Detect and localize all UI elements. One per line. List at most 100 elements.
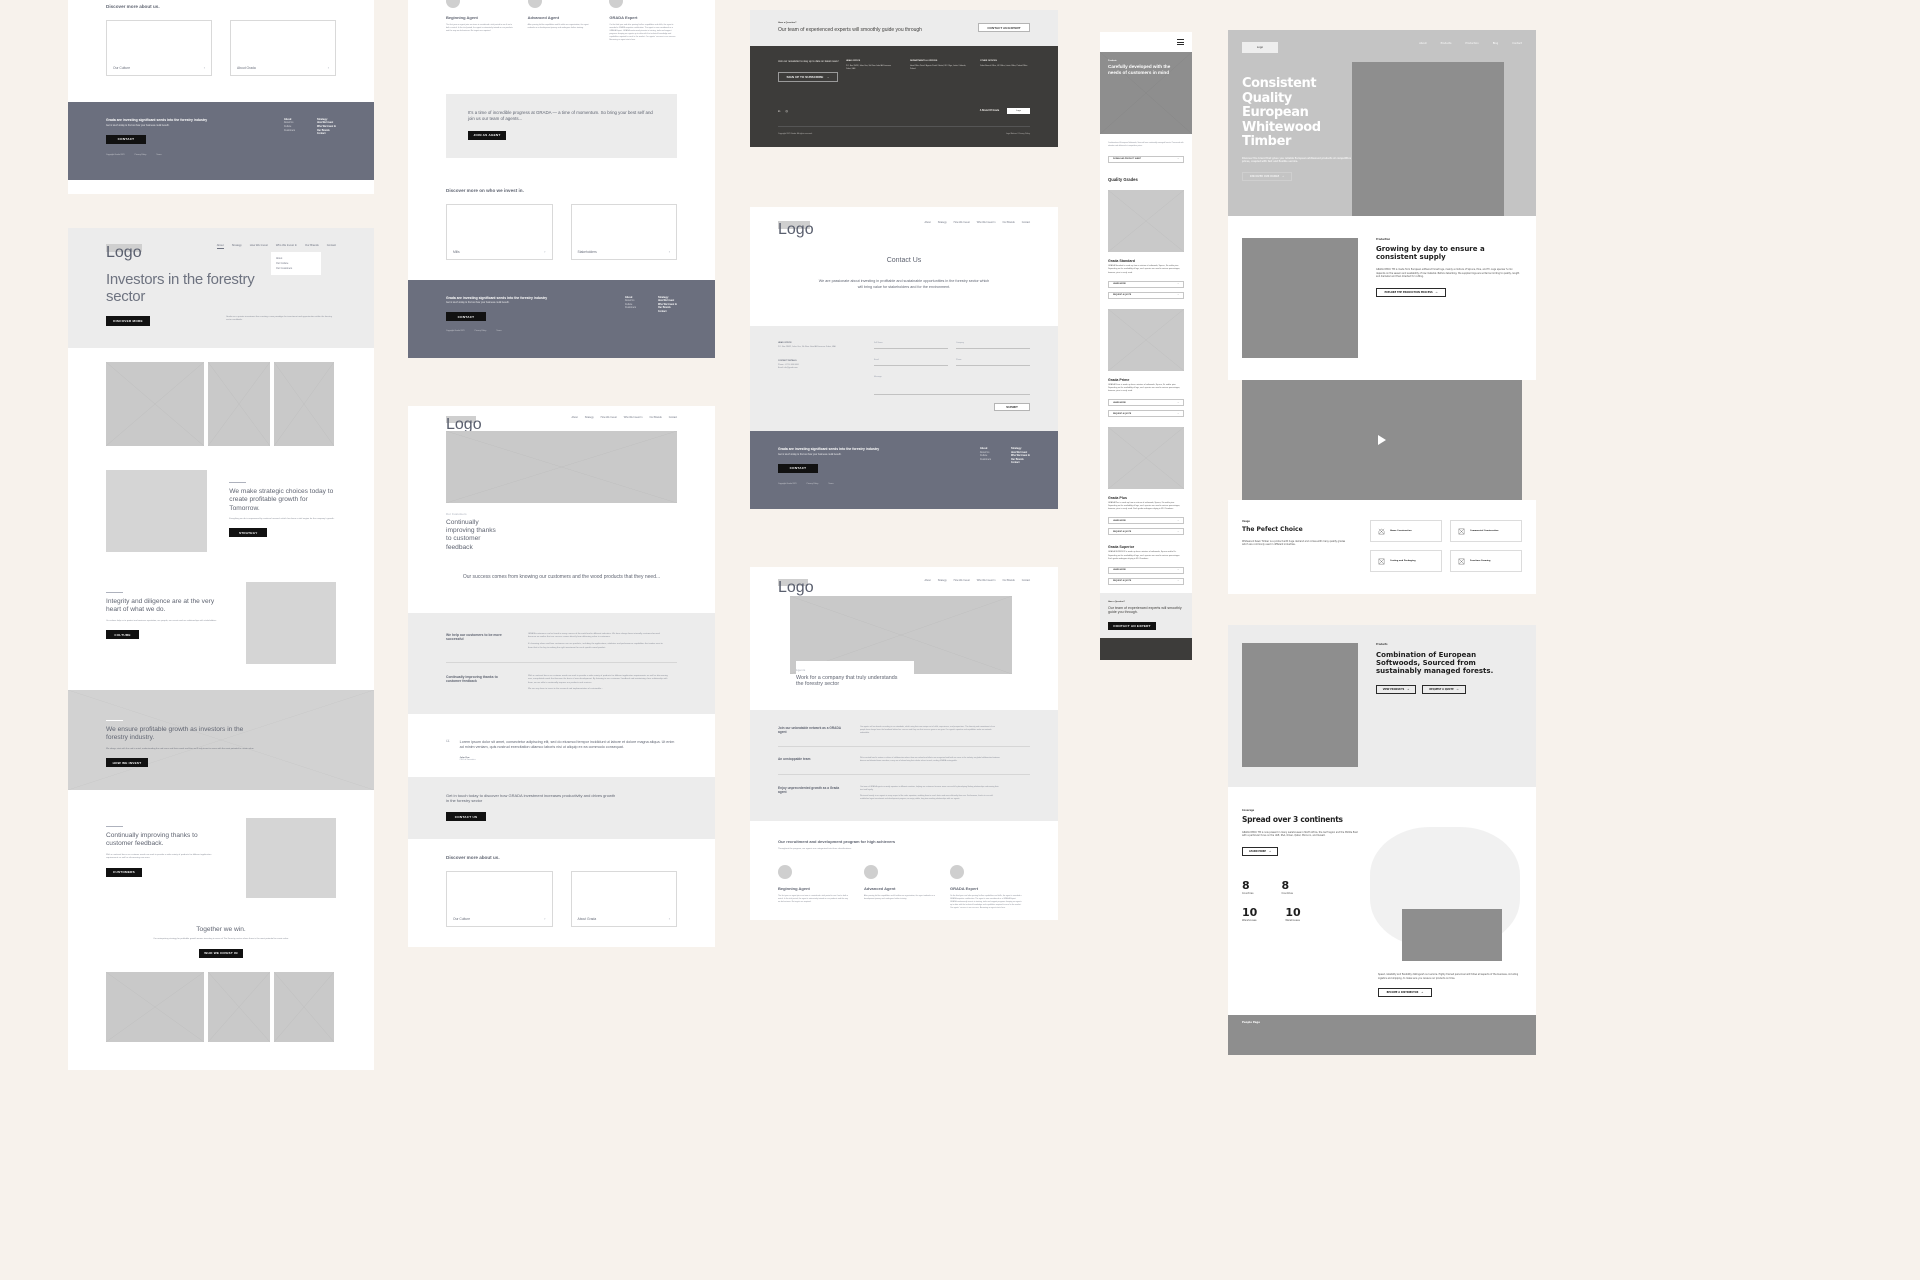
form-input-phone[interactable] [956,365,1030,366]
download-product-sheet-button[interactable]: DOWNLOAD PRODUCT SHEET → [1108,155,1184,163]
nav-item-who-we-invest-in[interactable]: Who We Invest In [624,416,643,419]
usage-tile[interactable]: Crating and Packaging [1370,550,1442,572]
form-input-message[interactable] [874,393,1030,395]
agents-banner-cta[interactable]: JOIN AS AGENT [468,130,506,140]
nav-item-about[interactable]: About [571,416,577,419]
nav-item-who-we-invest-in[interactable]: Who We Invest In [977,579,996,582]
form-submit-button[interactable]: SUBMIT [994,403,1030,412]
nav-item-our-brands[interactable]: Our Brands [1003,579,1015,582]
nav-item-about[interactable]: About [924,579,930,582]
play-icon[interactable] [1378,435,1386,445]
nav-item-how-we-invest[interactable]: How We Invest [601,416,617,419]
nav-item-about[interactable]: About [924,221,930,224]
footer-contact-button[interactable]: CONTACT [446,312,486,322]
form-input-company[interactable] [956,348,1030,350]
nav-item-strategy[interactable]: Strategy [585,416,594,419]
section-cta-strategy[interactable]: STRATEGY [229,528,268,538]
legal-links[interactable]: Legal Notices / Privacy Policy [1006,133,1030,135]
become-distributor-button[interactable]: BECOME A DISTRIBUTOR → [1378,988,1432,998]
grade-request-quote-button[interactable]: REQUEST A QUOTE → [1108,577,1184,585]
brand-logo[interactable]: Logo [1007,107,1030,114]
invest-card-stakeholders[interactable]: Stakeholders › [570,203,677,260]
logo[interactable]: Logo [1242,42,1278,53]
grade-request-quote-button[interactable]: REQUEST A QUOTE → [1108,410,1184,418]
contact-expert-button[interactable]: CONTACT AN EXPERT [978,23,1030,33]
nav-item-about[interactable]: About [1419,42,1426,45]
footer-privacy-link[interactable]: Privacy Policy [475,330,487,332]
grades-cta-button[interactable]: CONTACT AN EXPERT [1108,621,1156,630]
usage-tile[interactable]: Home Construction [1370,520,1442,542]
nav-item-contact[interactable]: Contact [1022,221,1030,224]
customers-cta-button[interactable]: CONTACT US [446,812,486,821]
coverage-learn-more-button[interactable]: LEARN MORE → [1242,846,1278,856]
main-nav[interactable]: About Strategy How We Invest Who We Inve… [924,221,1030,224]
nav-item-about[interactable]: About [216,244,224,249]
footer-terms-link[interactable]: Terms [496,330,501,332]
newsletter-signup-button[interactable]: SIGN UP TO SUBSCRIBE → [778,71,838,82]
logo[interactable]: Logo [778,579,814,596]
view-products-button[interactable]: VIEW PRODUCTS → [1376,685,1416,695]
nav-item-how-we-invest[interactable]: How We Invest [954,579,970,582]
footer-link[interactable]: Contact [1011,462,1030,466]
hero-cta-button[interactable]: DISCOVER MORE [106,315,150,326]
logo[interactable]: Logo [106,244,142,261]
invest-card-mills[interactable]: Mills › [446,203,553,260]
grade-request-quote-button[interactable]: REQUEST A QUOTE → [1108,291,1184,299]
together-cta[interactable]: WHO WE INVEST IN [199,948,243,958]
product-nav[interactable]: About Products Production Blog Contact [1419,42,1522,45]
footer-privacy-link[interactable]: Privacy Policy [807,483,819,485]
discover-card-our-culture[interactable]: Our Culture › [446,870,553,927]
discover-card-about-grada[interactable]: About Grada › [570,870,677,927]
nav-item-contact[interactable]: Contact [1512,42,1522,45]
main-nav[interactable]: About Strategy How We Invest Who We Inve… [216,244,336,249]
footer-link[interactable]: Customers [625,307,636,311]
grade-learn-more-button[interactable]: LEARN MORE → [1108,399,1184,407]
nav-item-who-we-invest-in[interactable]: Who We Invest In [977,221,996,224]
nav-item-strategy[interactable]: Strategy [938,579,947,582]
grade-request-quote-button[interactable]: REQUEST A QUOTE → [1108,528,1184,536]
footer-link[interactable]: Contact [658,311,677,315]
nav-item-our-brands[interactable]: Our Brands [650,416,662,419]
discover-card-our-culture[interactable]: Our Culture › [106,19,212,76]
instagram-icon[interactable]: ◎ [785,109,788,113]
nav-item-contact[interactable]: Contact [327,244,336,249]
footer-contact-button[interactable]: CONTACT [778,463,818,473]
logo[interactable]: Logo [446,416,482,433]
nav-item-contact[interactable]: Contact [669,416,677,419]
nav-item-products[interactable]: Products [1441,42,1452,45]
main-nav[interactable]: About Strategy How We Invest Who We Inve… [924,579,1030,582]
request-quote-button[interactable]: REQUEST A QUOTE → [1422,685,1466,695]
grade-learn-more-button[interactable]: LEARN MORE → [1108,517,1184,525]
nav-item-strategy[interactable]: Strategy [938,221,947,224]
nav-item-strategy[interactable]: Strategy [232,244,242,249]
nav-item-how-we-invest[interactable]: How We Invest [250,244,268,249]
footer-privacy-link[interactable]: Privacy Policy [135,154,147,156]
video-block[interactable] [1242,380,1522,500]
nav-item-blog[interactable]: Blog [1493,42,1499,45]
section-cta-how-we-invest[interactable]: HOW WE INVEST [106,758,148,768]
logo[interactable]: Logo [778,221,814,238]
nav-item-our-brands[interactable]: Our Brands [1003,221,1015,224]
grade-learn-more-button[interactable]: LEARN MORE → [1108,566,1184,574]
usage-tile[interactable]: Furniture Framing [1450,550,1522,572]
discover-card-about-grada[interactable]: About Grada › [230,19,336,76]
footer-link[interactable]: Customers [980,459,991,463]
usage-tile[interactable]: Commercial Construction [1450,520,1522,542]
nav-item-our-brands[interactable]: Our Brands [305,244,319,249]
linkedin-icon[interactable]: in [778,109,780,113]
form-input-full-name[interactable] [874,348,948,350]
footer-link[interactable]: Customers [284,130,295,134]
footer-terms-link[interactable]: Terms [156,154,161,156]
nav-item-production[interactable]: Production [1465,42,1478,45]
dropdown-item-our-customers[interactable]: Our Customers [276,266,316,271]
footer-contact-button[interactable]: CONTACT [106,134,146,144]
nav-item-how-we-invest[interactable]: How We Invest [954,221,970,224]
nav-item-who-we-invest-in[interactable]: Who We Invest In [276,244,297,249]
section-cta-customers[interactable]: CUSTOMERS [106,867,142,877]
hamburger-icon[interactable] [1177,38,1184,46]
footer-terms-link[interactable]: Terms [828,483,833,485]
form-input-email[interactable] [874,365,948,366]
footer-link[interactable]: Contact [317,133,336,137]
nav-item-contact[interactable]: Contact [1022,579,1030,582]
main-nav[interactable]: About Strategy How We Invest Who We Inve… [571,416,677,419]
